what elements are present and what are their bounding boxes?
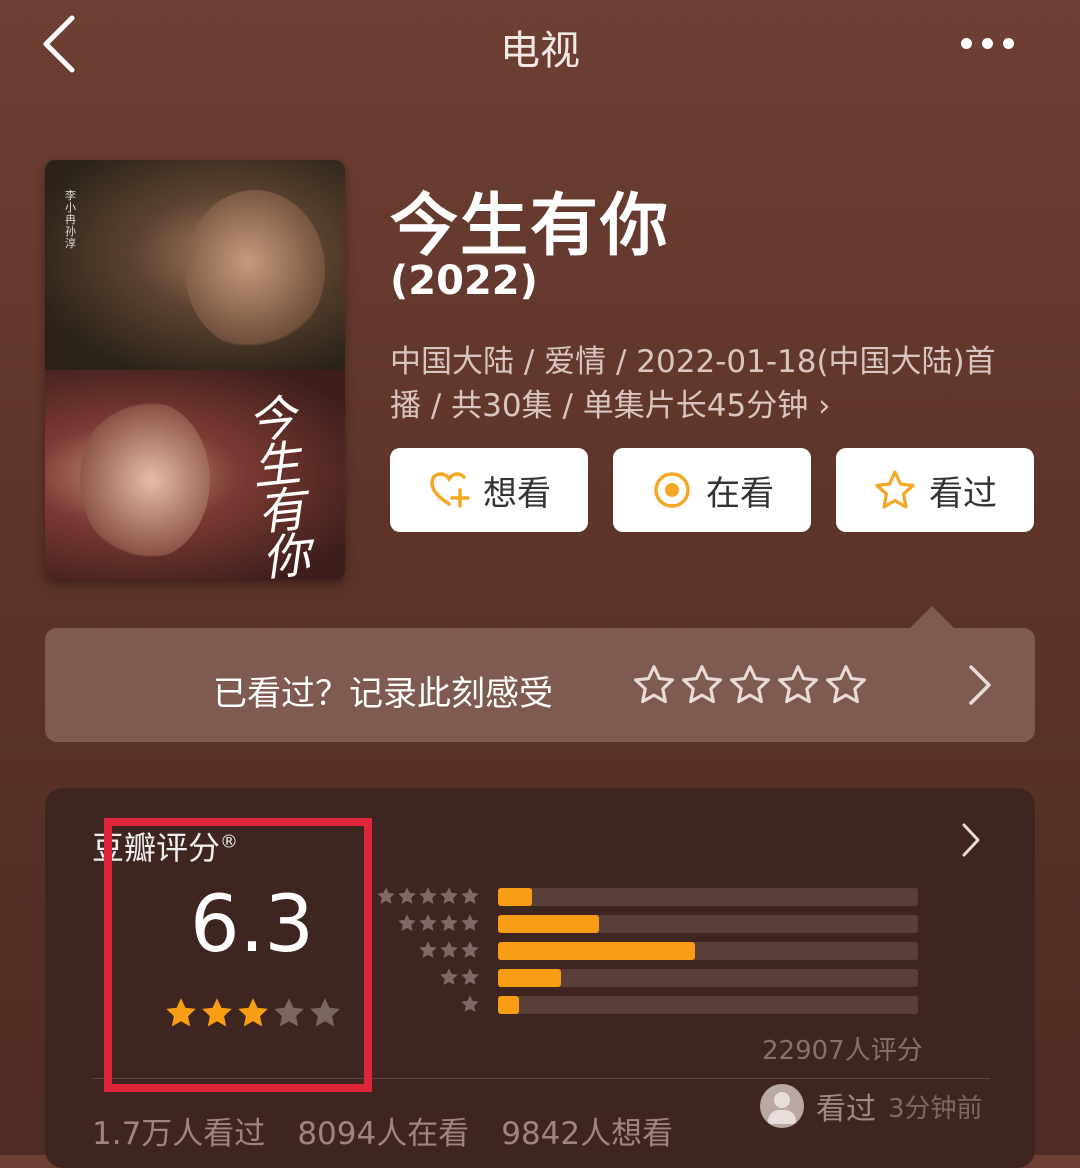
want-to-watch-button[interactable]: 想看 <box>390 448 588 532</box>
star-small-icon <box>461 995 479 1012</box>
avatar <box>760 1084 804 1128</box>
more-dots-icon[interactable] <box>961 38 1014 49</box>
star-small-icon <box>440 941 458 958</box>
star-small-icon <box>440 887 458 904</box>
star-outline-icon[interactable] <box>729 664 771 706</box>
bar-fill <box>498 915 599 933</box>
bar-track <box>498 942 918 960</box>
heart-plus-icon <box>430 472 470 508</box>
bar-fill <box>498 888 532 906</box>
rating-bar-4-star <box>378 913 918 939</box>
star-small-icon <box>461 968 479 985</box>
rating-bar-1-star <box>378 994 918 1020</box>
star-outline-icon[interactable] <box>777 664 819 706</box>
friend-time: 3分钟前 <box>888 1093 983 1124</box>
poster-vertical-text: 李小冉 孙淳 <box>65 189 76 250</box>
star-small-icon <box>398 914 416 931</box>
show-meta[interactable]: 中国大陆 / 爱情 / 2022-01-18(中国大陆)首 播 / 共30集 /… <box>390 340 1020 428</box>
bar-stars <box>439 967 480 987</box>
rating-bar-5-star <box>376 886 918 912</box>
star-small-icon <box>440 914 458 931</box>
stat-watched: 1.7万人看过 <box>92 1116 266 1152</box>
chevron-right-icon <box>969 665 991 705</box>
bar-track <box>498 888 918 906</box>
star-outline-icon[interactable] <box>825 664 867 706</box>
friend-status: 看过 <box>816 1092 876 1127</box>
record-prompt: 已看过？记录此刻感受 <box>213 674 553 714</box>
watched-label: 看过 <box>929 473 997 514</box>
star-outline-icon <box>875 470 915 509</box>
bar-stars <box>460 994 480 1014</box>
star-small-icon <box>419 914 437 931</box>
bar-fill <box>498 969 561 987</box>
bar-fill <box>498 942 696 960</box>
chevron-right-icon[interactable] <box>960 822 982 858</box>
meta-line-2: 播 / 共30集 / 单集片长45分钟 <box>390 388 809 424</box>
rating-bar-3-star <box>378 940 918 966</box>
want-to-watch-label: 想看 <box>483 473 551 514</box>
rating-count: 22907人评分 <box>762 1036 923 1066</box>
bar-stars <box>418 940 480 960</box>
stat-watching: 8094人在看 <box>297 1116 470 1152</box>
star-small-icon <box>377 887 395 904</box>
watching-label: 在看 <box>706 473 774 514</box>
star-small-icon <box>419 887 437 904</box>
page-title: 电视 <box>500 28 580 74</box>
meta-line-1: 中国大陆 / 爱情 / 2022-01-18(中国大陆)首 <box>390 344 996 380</box>
bar-track <box>498 915 918 933</box>
bar-track <box>498 996 918 1014</box>
highlight-box <box>104 818 372 1092</box>
bar-track <box>498 969 918 987</box>
show-year: (2022) <box>390 258 538 304</box>
chevron-right-icon: › <box>818 388 831 424</box>
record-notch <box>910 606 954 628</box>
star-small-icon <box>461 941 479 958</box>
star-small-icon <box>461 887 479 904</box>
watching-button[interactable]: 在看 <box>613 448 811 532</box>
rating-bar-2-star <box>378 967 918 993</box>
record-feeling-bar[interactable]: 已看过？记录此刻感受 <box>45 628 1035 742</box>
bar-fill <box>498 996 519 1014</box>
star-outline-icon[interactable] <box>681 664 723 706</box>
star-small-icon <box>419 941 437 958</box>
star-small-icon <box>461 914 479 931</box>
stat-want: 9842人想看 <box>501 1116 674 1152</box>
bar-stars <box>397 913 480 933</box>
star-small-icon <box>398 887 416 904</box>
record-stars[interactable] <box>633 664 867 706</box>
star-outline-icon[interactable] <box>633 664 675 706</box>
target-icon <box>654 472 690 508</box>
friend-activity[interactable]: 看过 3分钟前 <box>760 1084 983 1128</box>
show-title: 今生有你 <box>390 187 671 266</box>
watch-stats: 1.7万人看过 8094人在看 9842人想看 <box>92 1108 673 1153</box>
star-small-icon <box>440 968 458 985</box>
bar-stars <box>376 886 480 906</box>
watched-button[interactable]: 看过 <box>836 448 1034 532</box>
poster-image[interactable]: 李小冉 孙淳 今生有你 <box>45 160 345 580</box>
